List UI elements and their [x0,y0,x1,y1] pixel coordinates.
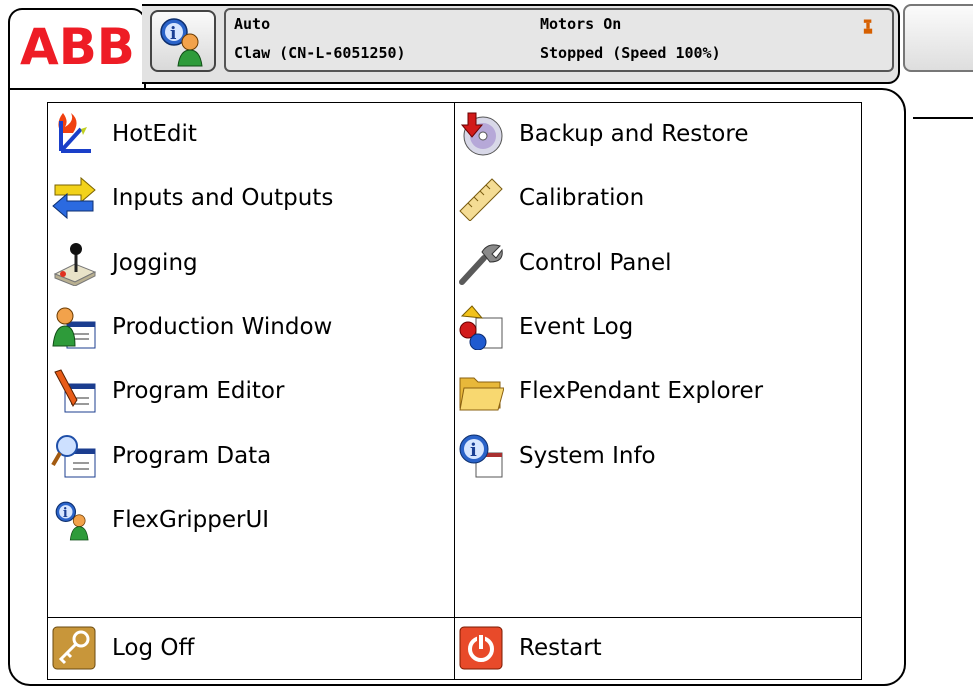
svg-text:i: i [63,505,68,520]
abb-logo: ABB [20,18,135,74]
menu-label: Event Log [519,314,634,340]
svg-text:ABB: ABB [20,18,135,74]
svg-text:i: i [470,440,477,461]
abb-logo-tab[interactable]: ABB [8,8,146,92]
menu-item-flexpendant-explorer[interactable]: FlexPendant Explorer [457,363,763,419]
restart-button[interactable]: Restart [457,620,602,676]
menu-item-program-data[interactable]: Program Data [50,428,271,484]
menu-label: Program Data [112,443,272,469]
menu-item-production-window[interactable]: Production Window [50,299,332,355]
restart-label: Restart [519,635,602,661]
menu-item-backup-restore[interactable]: Backup and Restore [457,106,748,162]
menu-item-system-info[interactable]: i System Info [457,428,656,484]
joystick-icon [50,239,98,287]
io-arrows-icon [50,174,98,222]
menu-label: FlexPendant Explorer [519,378,764,404]
production-window-icon [50,303,98,351]
menu-item-control-panel[interactable]: Control Panel [457,235,672,291]
log-off-label: Log Off [112,635,195,661]
menu-item-calibration[interactable]: Calibration [457,170,644,226]
program-editor-icon [50,367,98,415]
menu-item-jogging[interactable]: Jogging [50,235,198,291]
robot-status-icon [863,19,873,34]
menu-label: Production Window [112,314,333,340]
menu-label: Control Panel [519,250,672,276]
wrench-icon [457,239,505,287]
menu-label: Backup and Restore [519,121,749,147]
menu-item-inputs-outputs[interactable]: Inputs and Outputs [50,170,333,226]
info-person-icon: i [160,18,203,67]
menu-label: Program Editor [112,378,285,404]
quickset-button[interactable]: i [150,10,216,72]
key-icon [50,624,98,672]
info-person-icon: i [50,496,98,544]
folder-icon [457,367,505,415]
menu-label: FlexGripperUI [112,507,270,533]
status-panel[interactable]: Auto Claw (CN-L-6051250) Motors On Stopp… [224,8,894,72]
divider-line [913,117,973,119]
backup-disc-icon [457,110,505,158]
menu-item-program-editor[interactable]: Program Editor [50,363,284,419]
program-state: Stopped (Speed 100%) [540,44,721,62]
event-log-icon [457,303,505,351]
operating-mode: Auto [234,15,271,33]
system-name: Claw (CN-L-6051250) [234,44,406,62]
log-off-button[interactable]: Log Off [50,620,194,676]
menu-item-event-log[interactable]: Event Log [457,299,633,355]
power-icon [457,624,505,672]
menu-label: Jogging [112,250,198,276]
program-data-icon [50,432,98,480]
menu-label: Calibration [519,185,645,211]
menu-item-flexgripperui[interactable]: i FlexGripperUI [50,492,269,548]
motors-state: Motors On [540,15,622,33]
menu-item-hotedit[interactable]: HotEdit [50,106,197,162]
svg-text:i: i [170,24,177,44]
menu-label: System Info [519,443,656,469]
system-info-icon: i [457,432,505,480]
menu-label: HotEdit [112,121,197,147]
menu-label: Inputs and Outputs [112,185,334,211]
close-panel-button[interactable] [903,4,973,72]
hotedit-icon [50,110,98,158]
ruler-icon [457,174,505,222]
